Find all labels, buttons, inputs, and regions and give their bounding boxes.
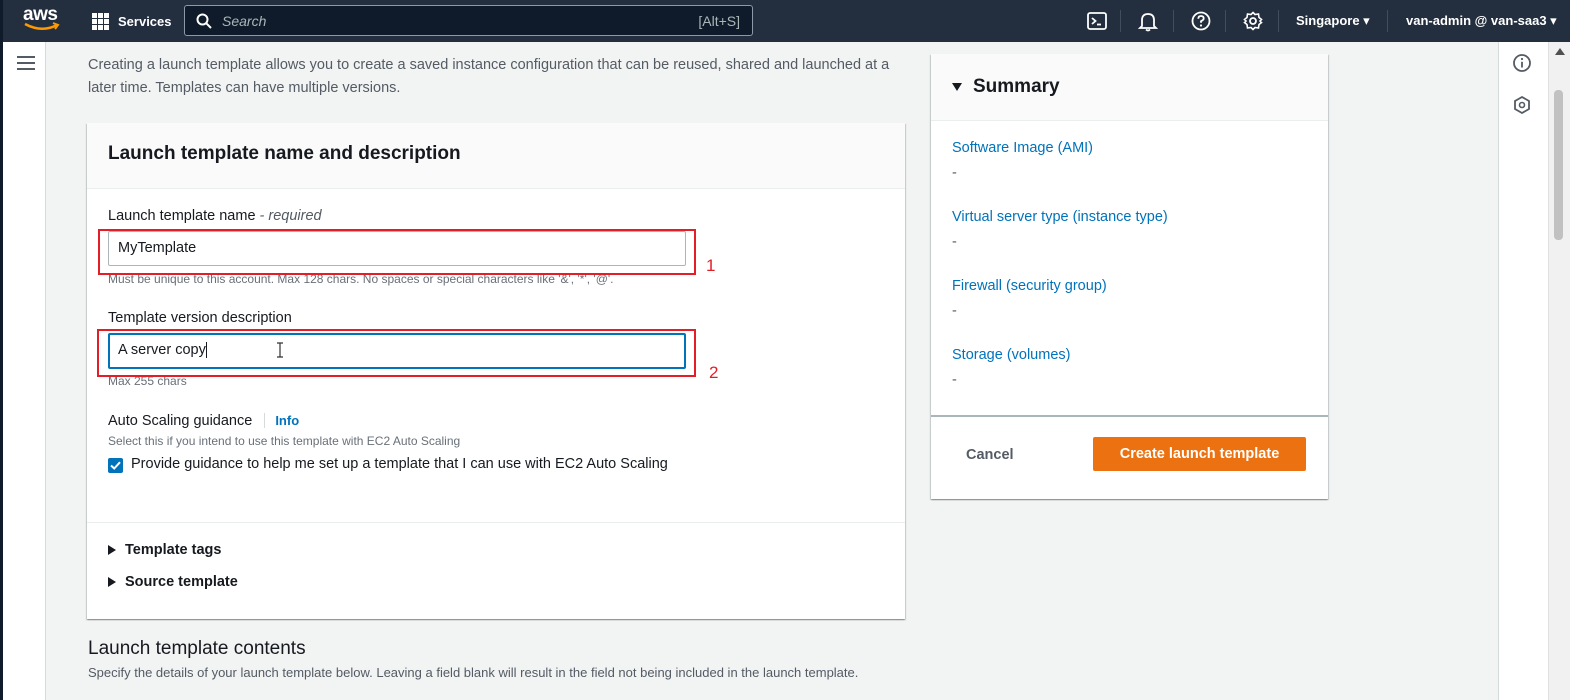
right-utility-rail — [1498, 42, 1548, 700]
source-template-expander[interactable]: Source template — [108, 574, 238, 590]
summary-storage-value: - — [952, 372, 957, 388]
auto-scaling-guidance-hint: Select this if you intend to use this te… — [108, 434, 461, 448]
summary-security-group-value: - — [952, 303, 957, 319]
auto-scaling-info-link[interactable]: Info — [264, 413, 300, 428]
template-name-label: Launch template name - required — [108, 208, 322, 224]
summary-security-group-link[interactable]: Firewall (security group) — [952, 278, 1107, 294]
search-placeholder: Search — [222, 13, 267, 29]
aws-logo[interactable]: aws — [23, 5, 63, 34]
annotation-number-2: 2 — [709, 363, 719, 382]
summary-ami-value: - — [952, 165, 957, 181]
page-intro: Creating a launch template allows you to… — [88, 57, 890, 96]
caret-right-icon — [108, 545, 116, 555]
search-shortcut: [Alt+S] — [698, 13, 740, 29]
launch-template-contents-title: Launch template contents — [88, 638, 306, 659]
summary-panel: Summary Software Image (AMI) - Virtual s… — [931, 54, 1328, 499]
top-navigation: aws Services Search [Alt+S] Singapore ▾ … — [0, 0, 1585, 42]
caret-down-icon — [952, 83, 962, 91]
bell-icon[interactable] — [1137, 10, 1159, 32]
account-menu[interactable]: van-admin @ van-saa3 ▾ — [1406, 13, 1557, 29]
summary-instance-type-value: - — [952, 234, 957, 250]
page-scrollbar[interactable] — [1548, 42, 1570, 700]
summary-instance-type-link[interactable]: Virtual server type (instance type) — [952, 209, 1168, 225]
summary-storage-link[interactable]: Storage (volumes) — [952, 347, 1070, 363]
search-icon — [196, 13, 212, 29]
feedback-icon[interactable] — [1512, 95, 1532, 115]
info-icon[interactable] — [1512, 53, 1532, 73]
summary-actions: Cancel Create launch template — [931, 415, 1328, 499]
summary-title: Summary — [973, 76, 1060, 97]
auto-scaling-guidance-checkbox-label[interactable]: Provide guidance to help me set up a tem… — [131, 453, 671, 476]
cloudshell-icon[interactable] — [1086, 10, 1108, 32]
checkmark-icon — [110, 461, 121, 470]
grid-icon — [92, 12, 109, 30]
launch-template-contents-description: Specify the details of your launch templ… — [88, 665, 859, 680]
annotation-box-2 — [97, 329, 696, 377]
auto-scaling-guidance-text: Auto Scaling guidance — [108, 413, 253, 429]
auto-scaling-guidance-label: Auto Scaling guidance Info — [108, 413, 300, 429]
scroll-up-arrow-icon[interactable] — [1555, 48, 1565, 55]
annotation-number-1: 1 — [706, 256, 716, 275]
template-version-description-label: Template version description — [108, 310, 292, 326]
left-navigation-rail — [0, 42, 46, 700]
summary-ami-link[interactable]: Software Image (AMI) — [952, 140, 1093, 156]
cancel-button[interactable]: Cancel — [966, 438, 1026, 472]
window-edge — [1570, 0, 1585, 700]
caret-right-icon — [108, 577, 116, 587]
annotation-box-1 — [98, 229, 696, 275]
summary-header[interactable]: Summary — [931, 54, 1328, 121]
create-launch-template-button[interactable]: Create launch template — [1093, 437, 1306, 471]
source-template-label: Source template — [125, 574, 238, 590]
panel-title: Launch template name and description — [87, 123, 905, 189]
hamburger-menu-icon[interactable] — [17, 56, 35, 74]
template-name-label-text: Launch template name — [108, 208, 256, 224]
panel-divider — [87, 522, 905, 523]
auto-scaling-guidance-checkbox[interactable] — [108, 458, 123, 473]
template-tags-expander[interactable]: Template tags — [108, 542, 221, 558]
scrollbar-thumb[interactable] — [1554, 90, 1563, 240]
services-label: Services — [118, 13, 172, 29]
services-menu[interactable]: Services — [92, 10, 172, 32]
required-marker: - required — [259, 208, 322, 224]
help-icon[interactable] — [1190, 10, 1212, 32]
gear-icon[interactable] — [1242, 10, 1264, 32]
aws-smile-icon — [24, 22, 60, 30]
search-input[interactable]: Search [Alt+S] — [184, 5, 753, 36]
template-tags-label: Template tags — [125, 542, 222, 558]
region-selector[interactable]: Singapore ▾ — [1296, 13, 1370, 29]
